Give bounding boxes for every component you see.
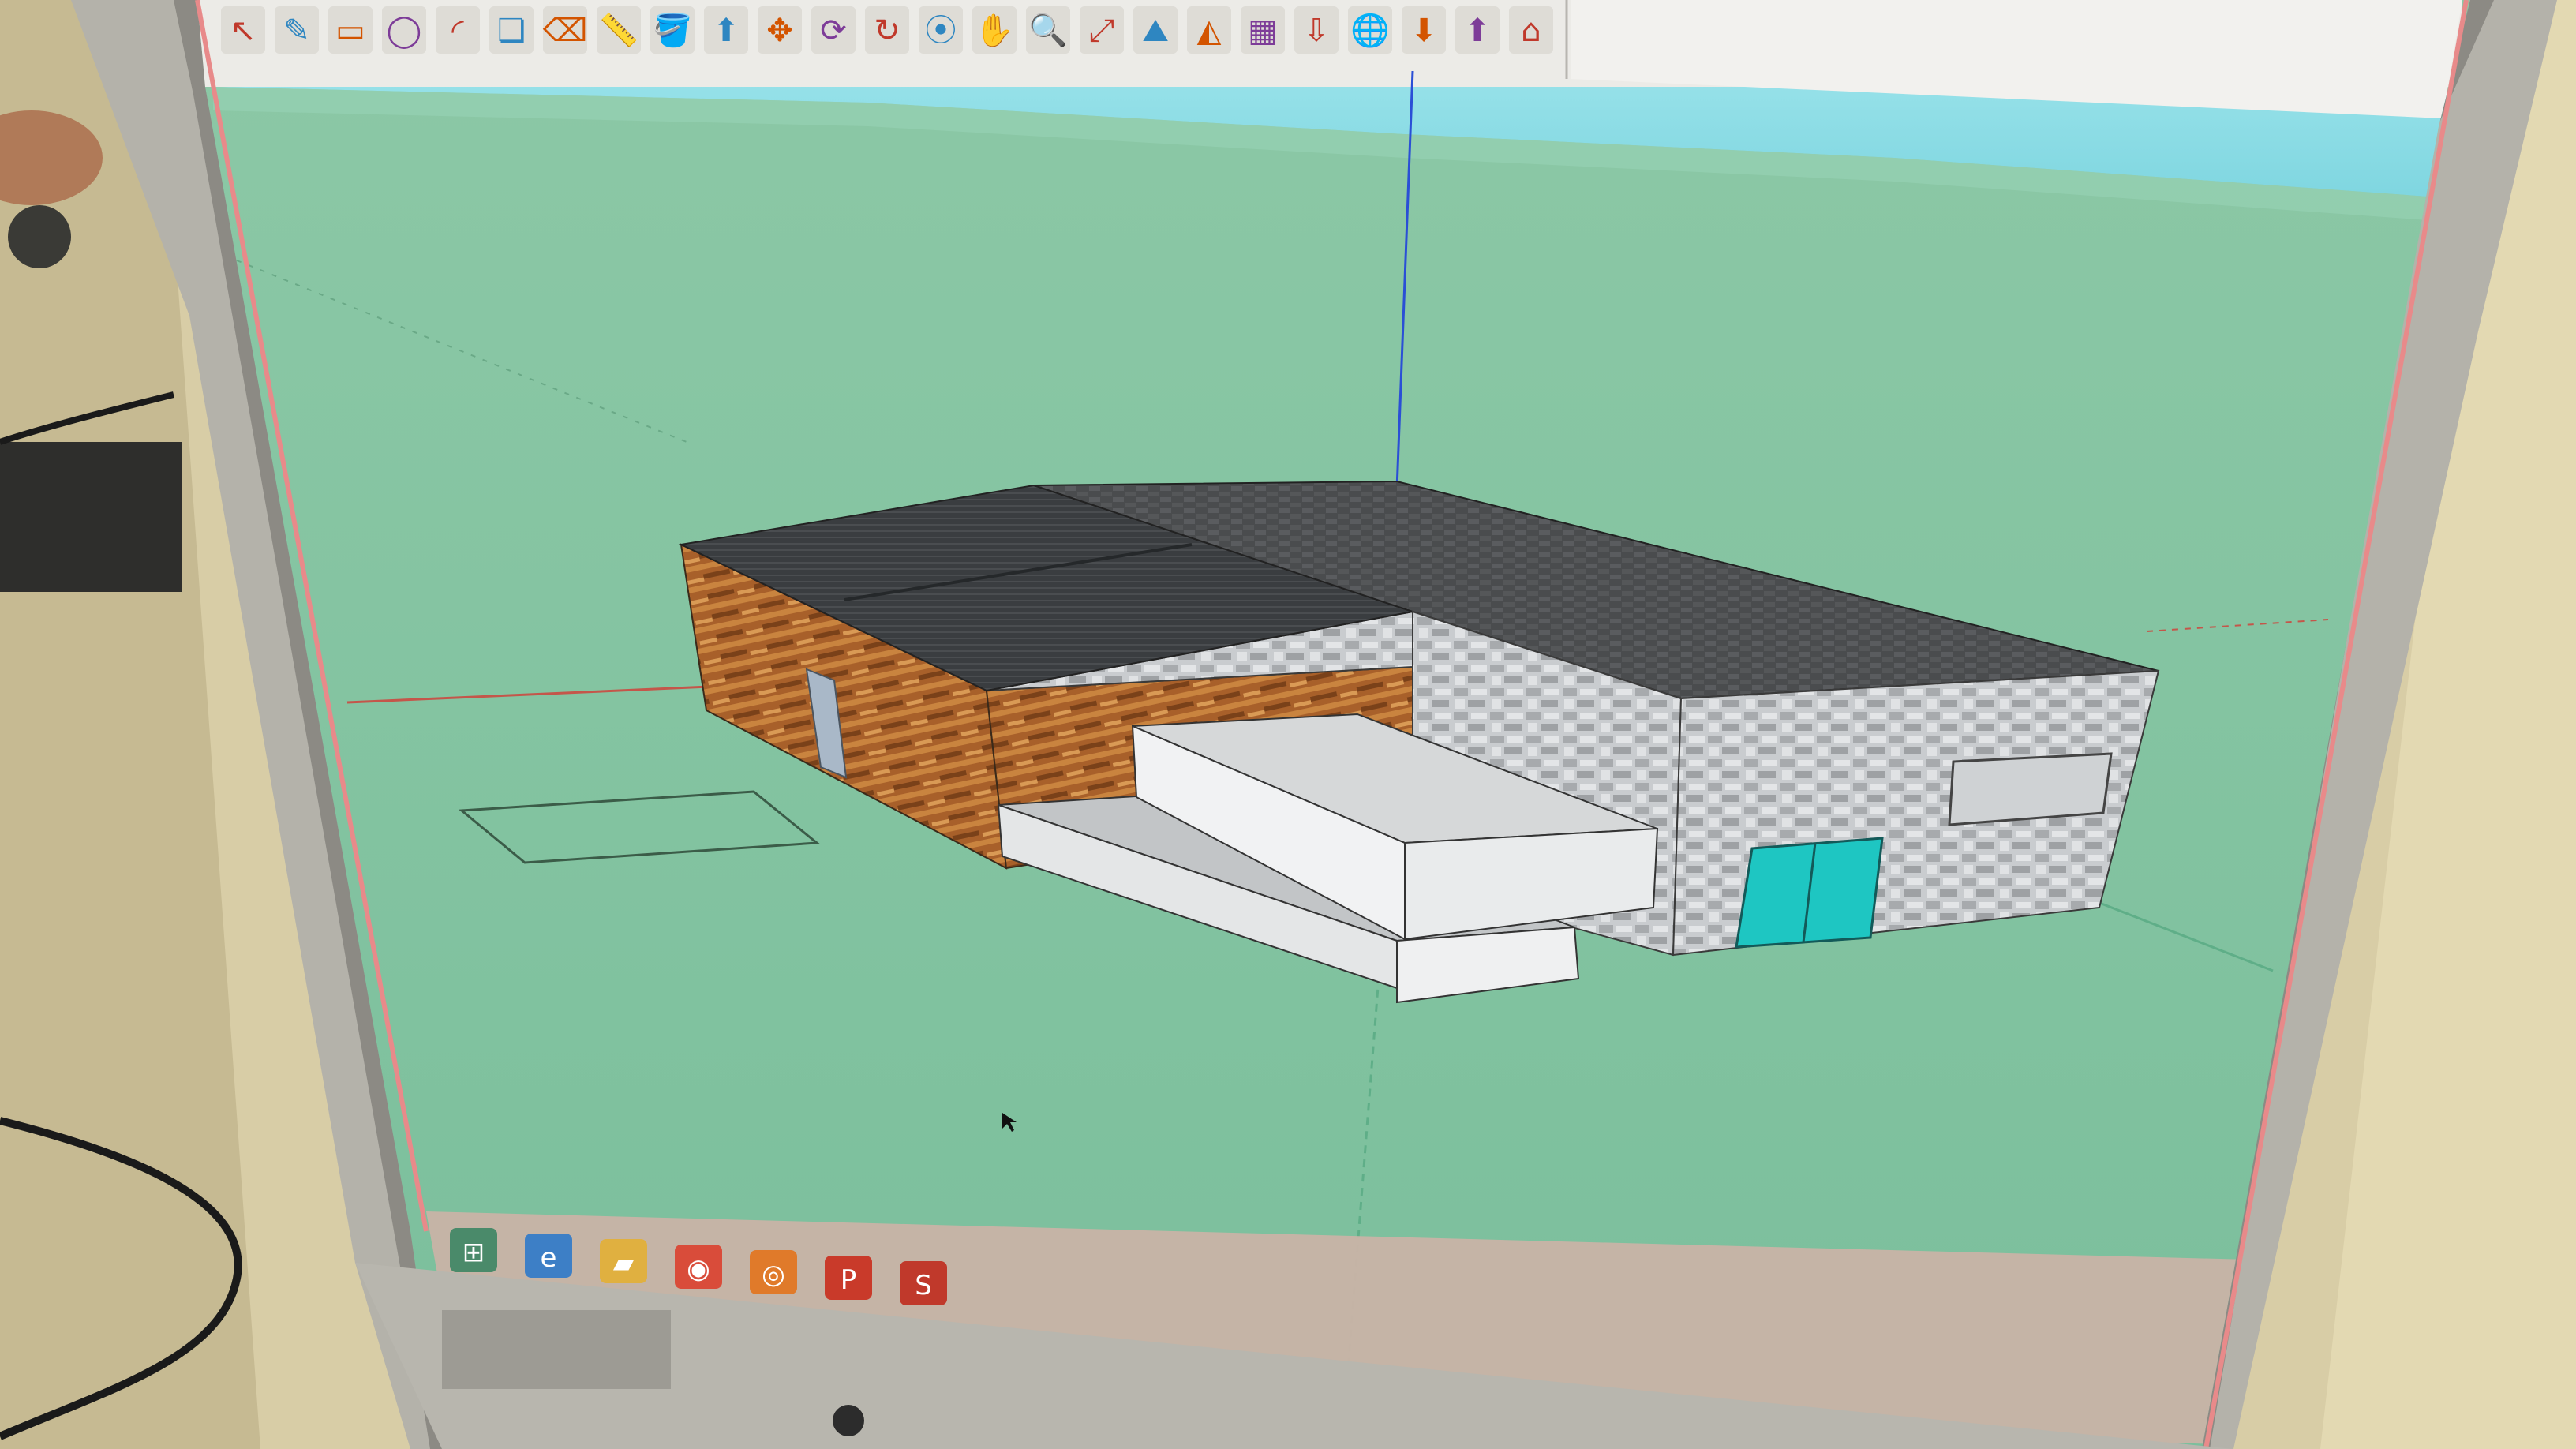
powerpoint-glyph: P (841, 1264, 857, 1296)
file-explorer-icon[interactable]: ▰ (600, 1239, 647, 1283)
rectangle-tool-glyph: ▭ (335, 13, 365, 49)
circle-tool-icon[interactable]: ◯ (382, 6, 426, 54)
follow-me-glyph: ↻ (874, 13, 900, 49)
speaker-grille (442, 1310, 671, 1389)
photo-textures-glyph: ▦ (1248, 13, 1278, 49)
firefox-glyph: ◎ (762, 1259, 785, 1290)
google-earth-glyph: 🌐 (1350, 12, 1390, 49)
chrome-icon[interactable]: ◉ (675, 1245, 722, 1289)
warehouse-glyph: ⌂ (1521, 13, 1541, 49)
arc-tool-icon[interactable]: ◜ (436, 6, 480, 54)
photo-textures-icon[interactable]: ▦ (1241, 6, 1285, 54)
rotate-tool-icon[interactable]: ⟳ (811, 6, 856, 54)
powerpoint-icon[interactable]: P (825, 1256, 872, 1300)
pan-tool-icon[interactable]: ✋ (972, 6, 1017, 54)
firefox-icon[interactable]: ◎ (750, 1250, 797, 1294)
toggle-terrain-icon[interactable]: ◭ (1187, 6, 1231, 54)
sketchup-taskbar-glyph: S (915, 1270, 932, 1301)
eraser-tool-icon[interactable]: ⌫ (543, 6, 588, 54)
paint-bucket-glyph: 🪣 (653, 12, 692, 49)
internet-explorer-glyph: e (541, 1242, 557, 1274)
push-pull-icon[interactable]: ⬆ (704, 6, 748, 54)
circle-tool-glyph: ◯ (387, 13, 422, 49)
rectangle-tool-icon[interactable]: ▭ (328, 6, 373, 54)
move-tool-icon[interactable]: ✥ (758, 6, 802, 54)
add-location-icon[interactable]: ⛰ (1133, 6, 1178, 54)
tape-measure-glyph: 📏 (599, 12, 638, 49)
file-explorer-glyph: ▰ (613, 1248, 635, 1279)
tape-measure-icon[interactable]: 📏 (597, 6, 641, 54)
keyboard-edge (0, 442, 182, 592)
push-pull-glyph: ⬆ (713, 13, 739, 49)
eraser-tool-glyph: ⌫ (543, 13, 588, 49)
pencil-tool-glyph: ✎ (283, 13, 310, 49)
power-button (833, 1405, 864, 1436)
zoom-tool-glyph: 🔍 (1028, 10, 1068, 49)
make-component-glyph: ❏ (497, 13, 526, 49)
place-model-icon[interactable]: ⇩ (1294, 6, 1339, 54)
sketchup-taskbar-icon[interactable]: S (900, 1261, 947, 1305)
warehouse-icon[interactable]: ⌂ (1509, 6, 1553, 54)
start-button-icon[interactable]: ⊞ (450, 1228, 497, 1272)
place-model-glyph: ⇩ (1303, 13, 1330, 49)
chrome-glyph: ◉ (687, 1253, 710, 1285)
pan-tool-glyph: ✋ (975, 12, 1014, 49)
toggle-terrain-glyph: ◭ (1197, 13, 1222, 49)
window-opening (1948, 752, 2113, 826)
start-button-glyph: ⊞ (462, 1237, 485, 1268)
get-models-icon[interactable]: ⬇ (1402, 6, 1446, 54)
rotate-tool-glyph: ⟳ (820, 13, 847, 49)
get-models-glyph: ⬇ (1410, 13, 1437, 49)
share-model-glyph: ⬆ (1464, 13, 1491, 49)
zoom-extents-icon[interactable]: ⤢ (1080, 6, 1124, 54)
select-tool-glyph: ↖ (230, 13, 256, 49)
add-location-glyph: ⛰ (1142, 13, 1169, 49)
zoom-extents-glyph: ⤢ (1089, 13, 1114, 49)
pencil-tool-icon[interactable]: ✎ (275, 6, 319, 54)
make-component-icon[interactable]: ❏ (489, 6, 534, 54)
photo-of-monitor: ↖ ✎ ▭ ◯ ◜ ❏ ⌫ 📏 🪣 ⬆ ✥ ⟳ ↻ ⦿ ✋ 🔍 ⤢ ⛰ ◭ ▦ ⇩ 🌐 ⬇ ⬆ ⌂ (0, 0, 2576, 1449)
follow-me-icon[interactable]: ↻ (865, 6, 909, 54)
orbit-tool-icon[interactable]: ⦿ (919, 6, 963, 54)
arc-tool-glyph: ◜ (451, 13, 464, 49)
orbit-tool-glyph: ⦿ (925, 13, 957, 49)
google-earth-icon[interactable]: 🌐 (1348, 6, 1392, 54)
paint-bucket-icon[interactable]: 🪣 (650, 6, 695, 54)
move-tool-glyph: ✥ (766, 13, 793, 49)
zoom-tool-icon[interactable]: 🔍 (1026, 6, 1070, 54)
select-tool-icon[interactable]: ↖ (221, 6, 265, 54)
internet-explorer-icon[interactable]: e (525, 1234, 572, 1278)
share-model-icon[interactable]: ⬆ (1455, 6, 1500, 54)
wristwatch (8, 205, 71, 268)
